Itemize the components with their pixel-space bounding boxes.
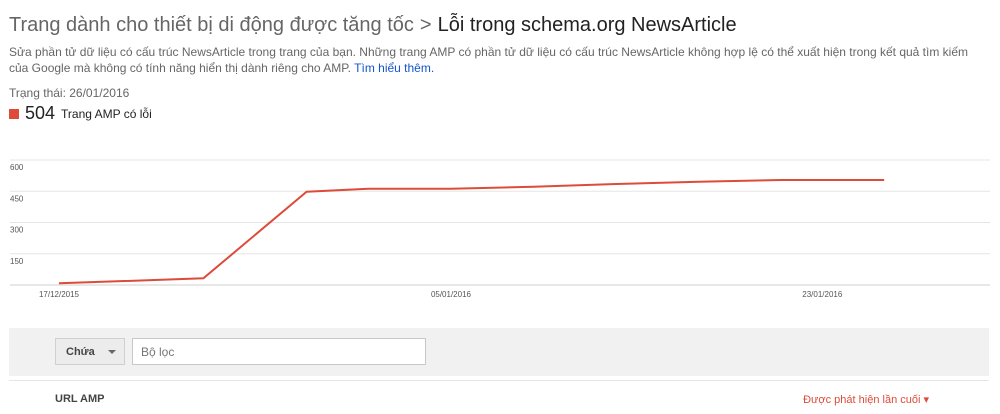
y-tick-label: 450	[10, 194, 24, 203]
breadcrumb: Trang dành cho thiết bị di động được tăn…	[9, 11, 737, 39]
column-header-last-detected[interactable]: Được phát hiện lần cuối ▾	[803, 393, 929, 406]
filter-type-label: Chứa	[66, 345, 95, 358]
x-tick-label: 05/01/2016	[431, 290, 472, 299]
y-tick-label: 600	[10, 163, 24, 172]
status-date: Trạng thái: 26/01/2016	[9, 86, 130, 100]
line-chart: 600 450 300 150 17/12/2015 05/01/2016 23/01/20…	[10, 159, 990, 299]
filter-bar: Chứa	[9, 328, 989, 376]
table-header: URL AMP Được phát hiện lần cuối ▾	[9, 380, 989, 414]
breadcrumb-parent-link[interactable]: Trang dành cho thiết bị di động được tăn…	[9, 14, 414, 36]
column-header-url[interactable]: URL AMP	[55, 393, 105, 405]
x-tick-label: 17/12/2015	[39, 290, 80, 299]
chevron-down-icon	[108, 350, 116, 354]
y-tick-label: 300	[10, 226, 24, 235]
legend-label: Trang AMP có lỗi	[61, 106, 152, 121]
x-tick-label: 23/01/2016	[802, 290, 843, 299]
series-line	[58, 179, 885, 285]
breadcrumb-separator: >	[419, 14, 432, 36]
chart-legend: 504 Trang AMP có lỗi	[9, 103, 152, 124]
legend-swatch	[9, 108, 19, 119]
filter-type-dropdown[interactable]: Chứa	[55, 338, 125, 365]
y-tick-label: 150	[10, 257, 24, 266]
legend-count: 504	[25, 103, 56, 123]
learn-more-link[interactable]: Tìm hiểu thêm.	[354, 61, 434, 75]
description: Sửa phần tử dữ liệu có cấu trúc NewsArti…	[9, 44, 989, 76]
description-text: Sửa phần tử dữ liệu có cấu trúc NewsArti…	[9, 45, 969, 75]
filter-input[interactable]	[132, 338, 426, 365]
page-title: Lỗi trong schema.org NewsArticle	[437, 14, 737, 36]
